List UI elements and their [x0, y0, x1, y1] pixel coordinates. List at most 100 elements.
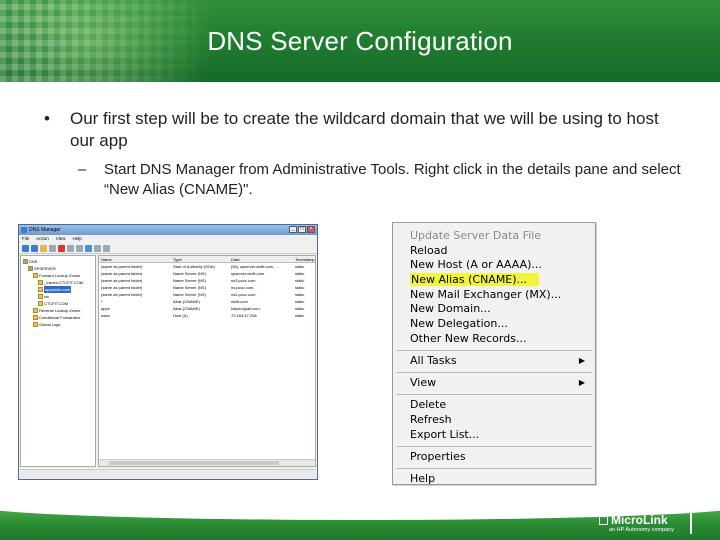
bullet-list: • Our first step will be to create the w…	[44, 108, 684, 200]
menu-action[interactable]: Action	[36, 235, 49, 243]
tree-node[interactable]: DNS	[23, 258, 93, 265]
menu-item-new-delegation[interactable]: New Delegation...	[393, 317, 595, 332]
delete-icon[interactable]	[58, 245, 65, 252]
menu-item-view[interactable]: View ▶	[393, 376, 595, 391]
menu-item-new-alias-cname[interactable]: New Alias (CNAME)...	[393, 273, 595, 288]
table-cell: static	[295, 306, 305, 311]
menu-item-refresh[interactable]: Refresh	[393, 413, 595, 428]
sub-bullet-marker: –	[78, 161, 87, 178]
maximize-button[interactable]: □	[298, 226, 306, 233]
menu-separator	[396, 394, 592, 396]
bullet-item: • Our first step will be to create the w…	[44, 108, 684, 152]
menu-item-all-tasks[interactable]: All Tasks ▶	[393, 354, 595, 369]
folder-icon	[33, 322, 38, 327]
table-row[interactable]: (same as parent folder) Name Server (NS) n…	[99, 291, 315, 298]
column-header[interactable]: Timestamp	[293, 256, 315, 262]
tree-node-label: DNS	[29, 259, 38, 264]
folder-icon	[33, 273, 38, 278]
menu-item-label: Update Server Data File	[410, 229, 542, 242]
server-icon[interactable]	[94, 245, 101, 252]
tree-node[interactable]: Reverse Lookup Zones	[23, 307, 93, 314]
folder-icon[interactable]	[40, 245, 47, 252]
export-icon[interactable]	[76, 245, 83, 252]
table-cell: (same as parent folder)	[101, 285, 143, 290]
scrollbar-thumb[interactable]	[109, 461, 279, 465]
refresh-icon[interactable]	[67, 245, 74, 252]
table-cell: static	[295, 271, 305, 276]
menu-item-export-list[interactable]: Export List...	[393, 428, 595, 443]
tree-node-label: Forward Lookup Zones	[39, 273, 81, 278]
table-cell: [36], spserver.ctcfit.com., ...	[231, 264, 280, 269]
menu-item-new-mail-exchanger-mx[interactable]: New Mail Exchanger (MX)...	[393, 288, 595, 303]
back-icon[interactable]	[22, 245, 29, 252]
menu-file[interactable]: File	[22, 235, 29, 243]
tree-node-label: Global Logs	[39, 322, 61, 327]
table-cell: www	[101, 313, 110, 318]
logo-mark-icon	[598, 515, 608, 525]
table-cell: Name Server (NS)	[173, 285, 206, 290]
table-row[interactable]: (same as parent folder) Start of Authorit…	[99, 263, 315, 270]
menu-item-new-host-a-or-aaaa[interactable]: New Host (A or AAAA)...	[393, 258, 595, 273]
tree-node-label: _msdcs.CTCFIT.COM	[44, 280, 84, 285]
menu-separator	[396, 445, 592, 447]
table-cell: Host (A)	[173, 313, 188, 318]
menu-item-label: New Domain...	[410, 302, 491, 316]
menu-item-label: Delete	[410, 398, 447, 412]
menu-item-label: New Delegation...	[410, 317, 508, 331]
table-row[interactable]: (same as parent folder) Name Server (NS) n…	[99, 277, 315, 284]
tree-node[interactable]: Forward Lookup Zones	[23, 272, 93, 279]
column-header[interactable]: Name	[99, 256, 171, 262]
menu-item-other-new-records[interactable]: Other New Records...	[393, 332, 595, 347]
horizontal-scrollbar[interactable]	[99, 459, 315, 466]
close-button[interactable]: ×	[307, 226, 315, 233]
properties-icon[interactable]	[49, 245, 56, 252]
minimize-button[interactable]: _	[289, 226, 297, 233]
menu-separator	[396, 349, 592, 351]
folder-icon	[38, 287, 43, 292]
submenu-arrow-icon: ▶	[578, 378, 585, 388]
microlink-logo: MicroLink an HP Autonomy company	[598, 513, 674, 533]
tree-node[interactable]: CTCFIT.COM	[23, 300, 93, 307]
menu-item-new-domain[interactable]: New Domain...	[393, 302, 595, 317]
menu-item-label: Help	[410, 472, 436, 486]
details-pane[interactable]: Name Type Data Timestamp (same as parent fo…	[98, 255, 316, 467]
table-row[interactable]: * Alias (CNAME) ctcfit.com. static	[99, 298, 315, 305]
table-row[interactable]: www Host (A) 70.164.47.208 static	[99, 312, 315, 319]
table-cell: ctcfit.com.	[231, 299, 250, 304]
table-cell: Alias (CNAME)	[173, 306, 200, 311]
tree-node-label: SPSERVER	[34, 266, 56, 271]
table-cell: Name Server (NS)	[173, 271, 206, 276]
record-icon[interactable]	[103, 245, 110, 252]
menu-item-delete[interactable]: Delete	[393, 398, 595, 413]
menu-view[interactable]: View	[56, 235, 66, 243]
menu-item-help[interactable]: Help	[393, 472, 595, 487]
menu-item-label: All Tasks	[410, 353, 457, 367]
table-row[interactable]: (same as parent folder) Name Server (NS) s…	[99, 270, 315, 277]
tree-node[interactable]: Conditional Forwarders	[23, 314, 93, 321]
logo-text: MicroLink	[610, 513, 668, 527]
table-cell: static	[295, 285, 305, 290]
forward-icon[interactable]	[31, 245, 38, 252]
menu-separator	[396, 371, 592, 373]
tree-node[interactable]: Global Logs	[23, 321, 93, 328]
slide-header: DNS Server Configuration	[0, 0, 720, 82]
help-icon[interactable]	[85, 245, 92, 252]
table-row[interactable]: (same as parent folder) Name Server (NS) n…	[99, 284, 315, 291]
window-title: DNS Manager	[29, 227, 61, 233]
table-cell: ns2.pccc.com.	[231, 292, 257, 297]
menu-item-reload[interactable]: Reload	[393, 244, 595, 259]
menu-item-properties[interactable]: Properties	[393, 450, 595, 465]
tree-node[interactable]: appstodo.com	[23, 286, 93, 293]
tree-node[interactable]: ctc	[23, 293, 93, 300]
column-header[interactable]: Type	[171, 256, 229, 262]
folder-icon	[33, 308, 38, 313]
tree-node[interactable]: SPSERVER	[23, 265, 93, 272]
bullet-text: Our first step will be to create the wil…	[70, 109, 659, 150]
tree-node[interactable]: _msdcs.CTCFIT.COM	[23, 279, 93, 286]
table-row[interactable]: apps Alias (CNAME) tollymcgrail.com. static	[99, 305, 315, 312]
console-tree: DNS SPSERVER Forward Lookup Zones _msdcs.CT…	[20, 255, 96, 467]
logo-tagline: an HP Autonomy company	[608, 527, 674, 533]
column-header[interactable]: Data	[229, 256, 293, 262]
table-cell: (same as parent folder)	[101, 292, 143, 297]
menu-help[interactable]: Help	[72, 235, 81, 243]
